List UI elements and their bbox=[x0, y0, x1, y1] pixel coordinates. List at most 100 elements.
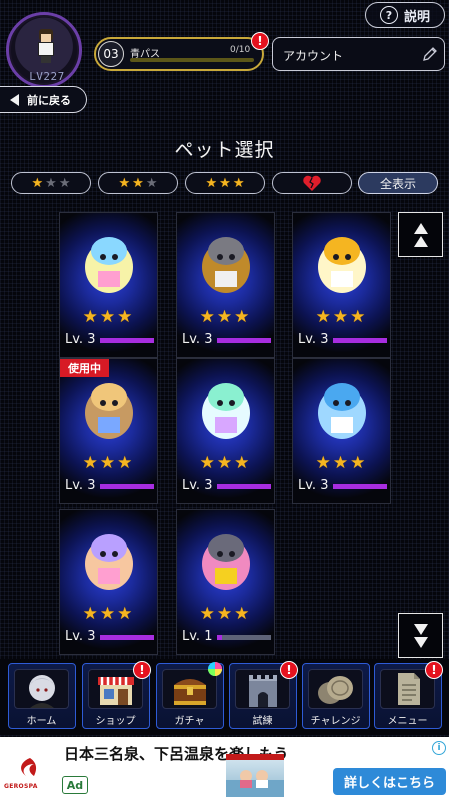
pencil-icon bbox=[423, 47, 437, 61]
pet-level-fill bbox=[100, 635, 154, 640]
player-avatar[interactable]: LV227 bbox=[6, 12, 82, 88]
ad-photo bbox=[226, 754, 284, 797]
page-title: ペット選択 bbox=[174, 139, 275, 161]
filter-all-label: 全表示 bbox=[379, 176, 416, 191]
account-label: アカウント bbox=[283, 49, 344, 63]
ad-cta-button[interactable]: 詳しくはこちら bbox=[333, 768, 446, 795]
rainbow-indicator-icon bbox=[208, 662, 222, 676]
pet-level-label: Lv. 3 bbox=[65, 332, 96, 347]
filter-one-star[interactable]: ★ ★ ★ bbox=[11, 172, 91, 194]
arrow-up-icon bbox=[413, 222, 428, 234]
nav-challenge-label: チャレンジ bbox=[310, 716, 361, 727]
nav-menu-label: メニュー bbox=[387, 716, 428, 727]
back-label: 前に戻る bbox=[27, 93, 71, 107]
pet-level-label: Lv. 3 bbox=[298, 332, 329, 347]
menu-notification-badge: ! bbox=[425, 661, 443, 679]
nav-trial-label: 試練 bbox=[252, 716, 273, 727]
star-icon: ★ bbox=[205, 175, 218, 191]
pass-progress[interactable]: 03 青パス 0/10 bbox=[94, 37, 264, 71]
broken-heart-icon bbox=[303, 175, 321, 191]
arrow-down-icon bbox=[413, 623, 428, 635]
pet-level-label: Lv. 3 bbox=[182, 478, 213, 493]
question-icon: ? bbox=[379, 6, 398, 24]
pet-card-bird-pet[interactable]: ★★★ Lv. 1 bbox=[176, 509, 275, 655]
star-icon: ★ bbox=[132, 175, 144, 191]
filter-three-star[interactable]: ★ ★ ★ bbox=[185, 172, 265, 194]
pass-progress-track bbox=[130, 58, 254, 62]
info-icon[interactable]: i bbox=[432, 741, 446, 755]
pet-level-fill bbox=[100, 484, 154, 489]
pet-card-wings-pet[interactable]: ★★★ Lv. 3 bbox=[176, 358, 275, 504]
pet-level-track bbox=[333, 484, 387, 489]
pet-card-cat-pet[interactable]: ★★★ Lv. 3 bbox=[292, 212, 391, 358]
avatar-icon bbox=[14, 669, 69, 709]
pet-card-sheep-pet[interactable]: ★★★ Lv. 3 使用中 bbox=[59, 358, 158, 504]
arrow-down-icon bbox=[413, 636, 428, 648]
pet-level-track bbox=[100, 338, 154, 343]
wings-pet-icon bbox=[202, 383, 250, 439]
pet-star-rating: ★★★ bbox=[315, 453, 368, 473]
player-figure bbox=[37, 29, 55, 63]
pet-level-label: Lv. 3 bbox=[298, 478, 329, 493]
pet-level-fill bbox=[217, 338, 271, 343]
ad-banner[interactable]: GEROSPA Ad 日本三名泉、下呂温泉を楽しもう 詳しくはこちら i bbox=[0, 737, 449, 800]
nav-shop-label: ショップ bbox=[95, 716, 136, 727]
pet-level-label: Lv. 3 bbox=[182, 332, 213, 347]
pass-notification-badge: ! bbox=[251, 32, 269, 50]
pet-level-fill bbox=[217, 635, 223, 640]
pet-level-fill bbox=[217, 484, 271, 489]
ad-logo-text: GEROSPA bbox=[4, 783, 38, 790]
pass-number: 03 bbox=[98, 41, 124, 67]
pet-level-label: Lv. 3 bbox=[65, 478, 96, 493]
bear-pet-icon bbox=[85, 534, 133, 590]
pet-card-bear-pet[interactable]: ★★★ Lv. 3 bbox=[59, 509, 158, 655]
bottom-nav: ホーム ショップ ! ガチャ 試練 ! チャレンジ メニュー ! bbox=[0, 659, 449, 735]
coins-icon bbox=[308, 669, 363, 709]
skull-pet-icon bbox=[85, 237, 133, 293]
nav-shop-button[interactable]: ショップ ! bbox=[82, 661, 151, 729]
box-head-pet-icon bbox=[202, 237, 250, 293]
pet-level-track bbox=[217, 635, 271, 640]
pet-star-rating: ★★★ bbox=[82, 307, 135, 327]
back-arrow-icon bbox=[10, 93, 19, 106]
star-icon: ★ bbox=[219, 175, 231, 191]
filter-two-star[interactable]: ★ ★ ★ bbox=[98, 172, 178, 194]
pet-level-fill bbox=[333, 338, 387, 343]
nav-menu-button[interactable]: メニュー ! bbox=[374, 661, 443, 729]
filter-favorite[interactable] bbox=[272, 172, 352, 194]
help-button[interactable]: ? 説明 bbox=[365, 2, 445, 28]
scroll-down-button[interactable] bbox=[398, 613, 443, 658]
pet-card-skull-pet[interactable]: ★★★ Lv. 3 bbox=[59, 212, 158, 358]
narwhal-pet-icon bbox=[318, 383, 366, 439]
filter-all[interactable]: 全表示 bbox=[358, 172, 438, 194]
pet-level-fill bbox=[100, 338, 154, 343]
pet-card-narwhal-pet[interactable]: ★★★ Lv. 3 bbox=[292, 358, 391, 504]
back-button[interactable]: 前に戻る bbox=[0, 86, 87, 113]
nav-home-button[interactable]: ホーム bbox=[8, 663, 76, 729]
pet-star-rating: ★★★ bbox=[199, 307, 252, 327]
pet-level-track bbox=[333, 338, 387, 343]
star-icon: ★ bbox=[45, 175, 57, 191]
shop-notification-badge: ! bbox=[133, 661, 151, 679]
nav-challenge-button[interactable]: チャレンジ bbox=[302, 663, 370, 729]
star-icon: ★ bbox=[58, 175, 71, 191]
pass-count: 0/10 bbox=[230, 45, 251, 55]
player-level: LV227 bbox=[29, 70, 65, 83]
pet-card-box-head-pet[interactable]: ★★★ Lv. 3 bbox=[176, 212, 275, 358]
pet-level-label: Lv. 1 bbox=[182, 629, 213, 644]
nav-gacha-button[interactable]: ガチャ bbox=[156, 662, 224, 729]
pet-level-label: Lv. 3 bbox=[65, 629, 96, 644]
arrow-up-icon bbox=[413, 235, 428, 247]
pet-level-track bbox=[100, 635, 154, 640]
scroll-up-button[interactable] bbox=[398, 212, 443, 257]
star-icon: ★ bbox=[31, 175, 44, 191]
star-icon: ★ bbox=[118, 175, 131, 191]
in-use-tag: 使用中 bbox=[60, 359, 109, 377]
account-button[interactable]: アカウント bbox=[272, 37, 445, 71]
nav-gacha-label: ガチャ bbox=[174, 716, 205, 727]
nav-trial-button[interactable]: 試練 ! bbox=[229, 661, 298, 729]
ad-tag: Ad bbox=[62, 776, 88, 794]
star-icon: ★ bbox=[232, 175, 245, 191]
pet-star-rating: ★★★ bbox=[82, 453, 135, 473]
pet-level-track bbox=[100, 484, 154, 489]
